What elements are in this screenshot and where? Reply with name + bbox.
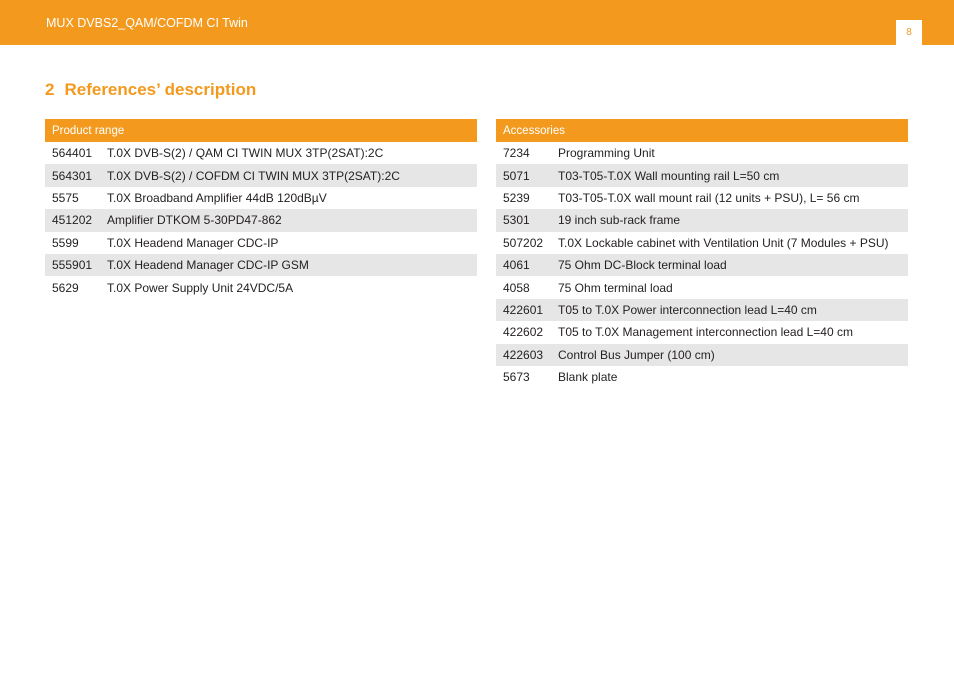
table-row: 451202 Amplifier DTKOM 5-30PD47-862 (45, 209, 477, 232)
table-row: 564301 T.0X DVB-S(2) / COFDM CI TWIN MUX… (45, 164, 477, 187)
reference-description: T.0X Lockable cabinet with Ventilation U… (558, 235, 889, 250)
table-row: 4061 75 Ohm DC-Block terminal load (496, 253, 908, 277)
reference-code: 451202 (45, 209, 107, 232)
table-row: 422603 Control Bus Jumper (100 cm) (496, 343, 908, 366)
reference-description: 19 inch sub-rack frame (558, 209, 908, 232)
reference-code: 5599 (52, 235, 79, 250)
reference-description: T03-T05-T.0X Wall mounting rail L=50 cm (558, 164, 908, 187)
document-title: MUX DVBS2_QAM/COFDM CI Twin (46, 16, 248, 30)
reference-code: 4061 (496, 253, 558, 277)
reference-description: T.0X DVB-S(2) / COFDM CI TWIN MUX 3TP(2S… (107, 164, 477, 187)
reference-description: Control Bus Jumper (100 cm) (558, 343, 908, 366)
reference-code: 5071 (496, 164, 558, 187)
reference-description: Blank plate (558, 370, 618, 385)
table-row: 564401 T.0X DVB-S(2) / QAM CI TWIN MUX 3… (45, 142, 477, 164)
table-row: 5575 T.0X Broadband Amplifier 44dB 120dB… (45, 187, 477, 209)
reference-code: 564401 (52, 146, 93, 161)
table-row: 5071 T03-T05-T.0X Wall mounting rail L=5… (496, 164, 908, 187)
reference-description: Programming Unit (558, 146, 655, 161)
reference-code: 422603 (496, 343, 558, 366)
reference-description: Amplifier DTKOM 5-30PD47-862 (107, 209, 477, 232)
reference-description: T05 to T.0X Power interconnection lead L… (558, 298, 908, 322)
section-title: References’ description (64, 80, 257, 99)
reference-description: 75 Ohm DC-Block terminal load (558, 253, 908, 277)
reference-description: T.0X Headend Manager CDC-IP (107, 235, 279, 250)
table-row: 7234 Programming Unit (496, 142, 908, 164)
table-row: 555901 T.0X Headend Manager CDC-IP GSM (45, 253, 477, 277)
reference-code: 564301 (45, 164, 107, 187)
product-range-header: Product range (45, 119, 477, 142)
reference-description: T.0X Power Supply Unit 24VDC/5A (107, 280, 294, 295)
section-heading: 2 References’ description (45, 80, 256, 100)
section-number: 2 (45, 80, 55, 99)
reference-code: 4058 (503, 280, 530, 295)
reference-description: T.0X Headend Manager CDC-IP GSM (107, 253, 477, 277)
table-row: 422602 T05 to T.0X Management interconne… (496, 321, 908, 343)
reference-code: 5301 (496, 209, 558, 232)
table-row: 4058 75 Ohm terminal load (496, 276, 908, 298)
product-range-table: Product range 564401 T.0X DVB-S(2) / QAM… (45, 119, 477, 299)
reference-code: 422602 (503, 325, 544, 340)
reference-code: 5673 (503, 370, 530, 385)
reference-code: 422601 (496, 298, 558, 322)
accessories-table: Accessories 7234 Programming Unit 5071 T… (496, 119, 908, 388)
reference-description: 75 Ohm terminal load (558, 280, 673, 295)
reference-code: 7234 (503, 146, 530, 161)
reference-description: T03-T05-T.0X wall mount rail (12 units +… (558, 190, 860, 205)
reference-code: 5575 (52, 190, 79, 205)
table-row: 5301 19 inch sub-rack frame (496, 209, 908, 232)
reference-code: 507202 (503, 235, 544, 250)
table-row: 5629 T.0X Power Supply Unit 24VDC/5A (45, 276, 477, 298)
page-number: 8 (896, 20, 922, 45)
reference-description: T.0X Broadband Amplifier 44dB 120dBµV (107, 190, 327, 205)
table-row: 5599 T.0X Headend Manager CDC-IP (45, 232, 477, 254)
table-row: 507202 T.0X Lockable cabinet with Ventil… (496, 232, 908, 254)
reference-description: T05 to T.0X Management interconnection l… (558, 325, 853, 340)
table-row: 5673 Blank plate (496, 366, 908, 388)
header-bar: MUX DVBS2_QAM/COFDM CI Twin 8 (0, 0, 954, 45)
table-header-row: Accessories (496, 119, 908, 142)
table-header-row: Product range (45, 119, 477, 142)
accessories-header: Accessories (496, 119, 908, 142)
table-row: 5239 T03-T05-T.0X wall mount rail (12 un… (496, 187, 908, 209)
reference-code: 555901 (45, 253, 107, 277)
reference-description: T.0X DVB-S(2) / QAM CI TWIN MUX 3TP(2SAT… (107, 146, 384, 161)
table-row: 422601 T05 to T.0X Power interconnection… (496, 298, 908, 322)
reference-code: 5629 (52, 280, 79, 295)
reference-code: 5239 (503, 190, 530, 205)
